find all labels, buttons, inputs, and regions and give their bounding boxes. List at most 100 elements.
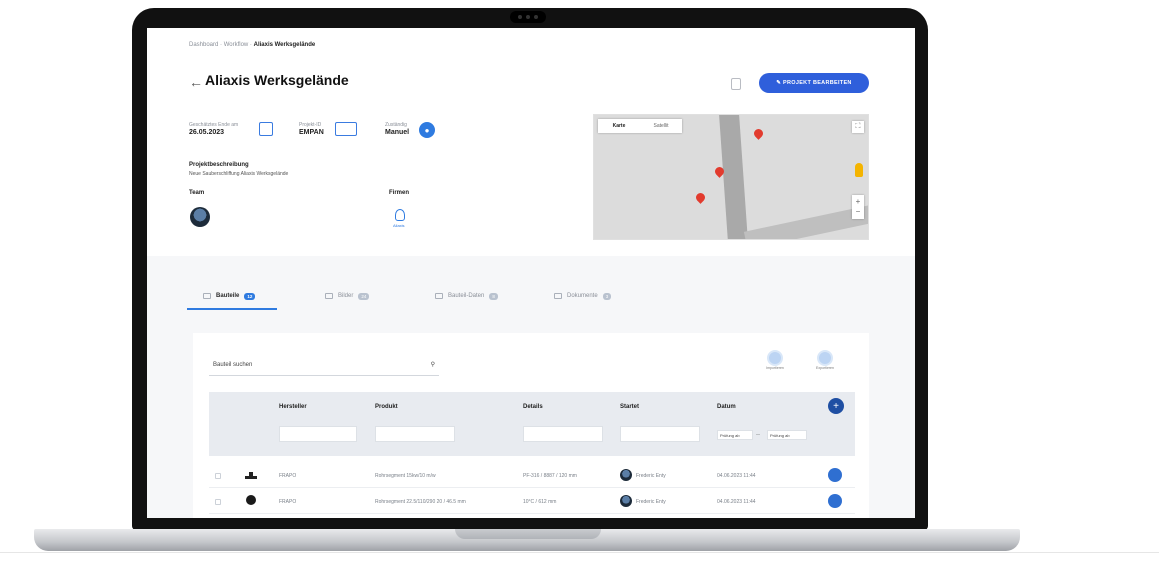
- map-pin-icon[interactable]: [752, 127, 765, 140]
- tab-count-badge: 8: [489, 292, 498, 300]
- camera-notch: [510, 11, 546, 23]
- list-icon: [203, 293, 211, 299]
- add-filter-button[interactable]: +: [828, 398, 844, 414]
- filter-produkt-input[interactable]: [375, 426, 455, 442]
- cell-user: Frederic Enty: [636, 473, 666, 479]
- date-value: 26.05.2023: [189, 129, 225, 136]
- tab-count-badge: 3: [602, 292, 612, 300]
- floor-line: [0, 552, 1159, 553]
- firm-label[interactable]: Aliaxis: [393, 223, 405, 228]
- code-value: EMPAN: [299, 129, 324, 136]
- document-icon[interactable]: [731, 78, 741, 90]
- active-tab-indicator: [187, 308, 277, 310]
- filter-startet-input[interactable]: [620, 426, 700, 442]
- map-tab-satellite[interactable]: Satellit: [640, 123, 682, 129]
- user-icon[interactable]: ●: [419, 122, 435, 138]
- tab-bilder[interactable]: Bilder 24: [307, 284, 417, 308]
- export-button[interactable]: Exportieren: [809, 350, 841, 370]
- export-icon: [817, 350, 833, 366]
- street-view-icon[interactable]: [855, 163, 863, 177]
- breadcrumb: Dashboard · Workflow · Aliaxis Werksgelä…: [189, 42, 316, 48]
- cell-manufacturer: FRAPO: [279, 499, 297, 505]
- calendar-icon[interactable]: [259, 122, 273, 136]
- user-avatar: [620, 469, 632, 481]
- code-label: Projekt-ID: [299, 122, 322, 128]
- column-header-startet[interactable]: Startet: [620, 404, 639, 410]
- tab-bar: Bauteile 12 Bilder 24 Bauteil-Daten 8 Do…: [187, 284, 887, 308]
- firm-icon[interactable]: [395, 209, 405, 221]
- cell-details: 10°C / 612 mm: [523, 499, 557, 505]
- id-card-icon[interactable]: [335, 122, 357, 136]
- date-to-input[interactable]: Prüfung ab: [767, 430, 807, 440]
- column-header-hersteller[interactable]: Hersteller: [279, 404, 307, 410]
- import-button[interactable]: Importieren: [759, 350, 791, 370]
- tab-count-badge: 12: [244, 292, 256, 300]
- search-icon[interactable]: ⚲: [431, 361, 435, 368]
- app-screen: Dashboard · Workflow · Aliaxis Werksgelä…: [147, 28, 915, 518]
- breadcrumb-item-dashboard[interactable]: Dashboard: [189, 42, 218, 48]
- tab-dokumente[interactable]: Dokumente 3: [542, 284, 652, 308]
- map-road: [743, 198, 868, 239]
- tab-label: Dokumente: [567, 293, 598, 299]
- cell-user: Frederic Enty: [636, 499, 666, 505]
- tab-bauteil-daten[interactable]: Bauteil-Daten 8: [417, 284, 542, 308]
- search-placeholder: Bauteil suchen: [213, 361, 253, 368]
- zoom-in-icon[interactable]: +: [856, 197, 861, 207]
- tab-label: Bauteile: [216, 293, 240, 299]
- map-road: [718, 115, 750, 239]
- laptop-mockup: Dashboard · Workflow · Aliaxis Werksgelä…: [0, 0, 1159, 562]
- description-text: Neue Sauberschliffung Aliaxis Werksgelän…: [189, 171, 289, 177]
- date-range-separator: —: [756, 431, 760, 436]
- cell-details: PF-316 / 8887 / 120 mm: [523, 473, 577, 479]
- firms-heading: Firmen: [389, 190, 410, 196]
- import-icon: [767, 350, 783, 366]
- date-label: Geschätztes Ende am: [189, 122, 239, 128]
- table-row[interactable]: FRAPO Rohrsegment 22.5/110/290 20 / 46.5…: [209, 490, 855, 514]
- search-input[interactable]: Bauteil suchen ⚲: [209, 354, 439, 376]
- filter-details-input[interactable]: [523, 426, 603, 442]
- product-image-icon: [246, 495, 256, 505]
- map-widget[interactable]: Karte Satellit ⛶ + −: [593, 114, 869, 240]
- row-action-icon[interactable]: [828, 494, 842, 508]
- tab-bauteile[interactable]: Bauteile 12: [187, 284, 307, 308]
- status-label: Zuständig: [385, 122, 407, 128]
- column-header-datum[interactable]: Datum: [717, 404, 736, 410]
- tab-label: Bilder: [338, 293, 354, 299]
- column-header-details[interactable]: Details: [523, 404, 543, 410]
- import-label: Importieren: [766, 366, 784, 370]
- cell-date: 04.06.2023 11:44: [717, 473, 756, 479]
- breadcrumb-item-workflow[interactable]: Workflow: [224, 42, 249, 48]
- table-row[interactable]: FRAPO Rohrsegment 15kw/10 m/w PF-316 / 8…: [209, 464, 855, 488]
- cell-product: Rohrsegment 22.5/110/290 20 / 46.5 mm: [375, 499, 466, 505]
- user-avatar: [620, 495, 632, 507]
- tab-label: Bauteil-Daten: [448, 293, 485, 299]
- map-pin-icon[interactable]: [694, 191, 707, 204]
- date-from-input[interactable]: Prüfung ab: [717, 430, 753, 440]
- drone-icon: [245, 472, 257, 479]
- status-value: Manuel: [385, 129, 410, 136]
- filter-hersteller-input[interactable]: [279, 426, 357, 442]
- tab-count-badge: 24: [358, 292, 370, 300]
- map-type-switch[interactable]: Karte Satellit: [598, 119, 682, 133]
- zoom-out-icon[interactable]: −: [856, 207, 861, 217]
- row-checkbox[interactable]: [215, 499, 221, 505]
- description-heading: Projektbeschreibung: [189, 162, 249, 168]
- row-action-icon[interactable]: [828, 468, 842, 482]
- cell-date: 04.06.2023 11:44: [717, 499, 756, 505]
- row-checkbox[interactable]: [215, 473, 221, 479]
- edit-project-button[interactable]: ✎ PROJEKT BEARBEITEN: [759, 73, 869, 93]
- team-avatar[interactable]: [190, 207, 210, 227]
- zoom-control[interactable]: + −: [852, 195, 864, 219]
- document-icon: [554, 293, 562, 299]
- page-title: Aliaxis Werksgelände: [205, 72, 349, 88]
- laptop-opening-notch: [455, 529, 601, 539]
- fullscreen-icon[interactable]: ⛶: [852, 121, 864, 133]
- image-icon: [325, 293, 333, 299]
- back-arrow-icon[interactable]: ←: [189, 74, 203, 90]
- breadcrumb-current: Aliaxis Werksgelände: [253, 42, 316, 48]
- column-header-produkt[interactable]: Produkt: [375, 404, 398, 410]
- team-heading: Team: [189, 190, 205, 196]
- cell-manufacturer: FRAPO: [279, 473, 297, 479]
- map-tab-map[interactable]: Karte: [598, 123, 640, 129]
- table-header: [209, 392, 855, 456]
